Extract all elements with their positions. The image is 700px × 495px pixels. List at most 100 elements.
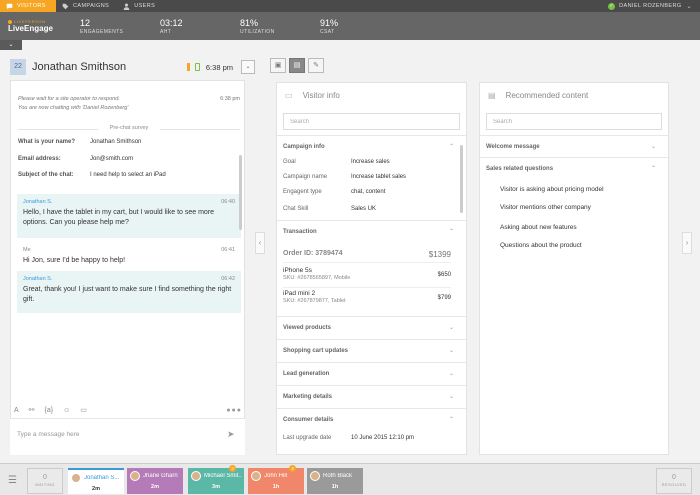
conversation-name: Jonathan S... <box>84 475 120 481</box>
section-title: Transaction <box>283 228 317 235</box>
variables-icon[interactable]: {a} <box>45 407 54 414</box>
more-options-icon[interactable]: ●●● <box>226 407 242 414</box>
item-sku: SKU: #267879877, Tablet <box>283 298 346 304</box>
waiting-counter[interactable]: 0 WAITING <box>27 468 63 494</box>
field-label: Goal <box>283 159 296 165</box>
panel-title: ▭ Visitor info <box>285 91 340 100</box>
item-name: iPhone 5s <box>283 267 312 274</box>
recommended-item[interactable]: Asking about new features <box>500 224 577 231</box>
emoji-icon[interactable]: ☺ <box>63 407 70 414</box>
conversation-tabs-bar: ☰ 0 WAITING Jonathan S... 2m Jhane Gharn… <box>0 463 700 495</box>
chat-transcript[interactable]: Please wait for a site operator to respo… <box>10 80 245 455</box>
notes-toggle[interactable]: ✎ <box>308 58 324 73</box>
section-sales-questions[interactable]: Sales related questions ⌃ <box>480 157 668 179</box>
field-value: chat, content <box>351 189 386 195</box>
field-label: Campaign name <box>283 174 328 180</box>
chevron-down-icon: ⌄ <box>448 394 454 400</box>
resolved-count: 0 <box>672 474 676 481</box>
section-transaction[interactable]: Transaction ⌃ <box>277 220 466 242</box>
campaign-row: Goal Increase sales <box>283 159 453 165</box>
logo-dot-icon <box>8 19 12 24</box>
conversation-name: Jhane Gharn <box>143 473 178 479</box>
stat-utilization: 81% UTILIZATION <box>240 18 320 35</box>
recommended-item[interactable]: Visitor is asking about pricing model <box>500 186 604 193</box>
canned-responses-icon[interactable]: ▭ <box>80 406 87 414</box>
collapse-stats-button[interactable]: ⌄ <box>0 40 22 50</box>
stats-bar: LIVEPERSON LiveEngage 12 ENGAGEMENTS 03:1… <box>0 12 700 40</box>
stat-value: 91% <box>320 17 339 28</box>
chat-message-visitor: Jonathan S. 06:42 Great, thank you! I jus… <box>17 271 241 313</box>
campaign-row: Chat Skill Sales UK <box>283 206 453 212</box>
expand-right-arrow[interactable]: › <box>682 232 692 254</box>
section-title: Welcome message <box>486 143 540 150</box>
transaction-item: iPhone 5s SKU: #2678565897, Mobile $650 <box>283 267 451 281</box>
collapse-left-arrow[interactable]: ‹ <box>255 232 265 254</box>
tab-users[interactable]: USERS <box>117 0 163 12</box>
chevron-down-icon: ⌄ <box>448 348 454 354</box>
section-campaign-info[interactable]: Campaign info ⌃ <box>277 135 466 157</box>
recommended-item[interactable]: Questions about the product <box>500 242 582 249</box>
field-value: 10 June 2015 12:10 pm <box>351 435 415 441</box>
waiting-count: 0 <box>43 474 47 481</box>
conversation-tab[interactable]: John Hill 1h 3 <box>248 465 304 494</box>
section-welcome-message[interactable]: Welcome message ⌄ <box>480 135 668 157</box>
tab-campaigns-label: CAMPAIGNS <box>73 3 110 9</box>
book-icon: ▤ <box>293 62 301 69</box>
user-menu[interactable]: ✓ DANIEL ROZENBERG ⌄ <box>608 2 700 10</box>
panel-scrollbar[interactable] <box>460 145 463 213</box>
chevron-up-icon: ⌃ <box>448 144 454 150</box>
text-format-icon[interactable]: A <box>14 407 19 414</box>
conversation-time: 1h <box>272 484 280 490</box>
chat-scrollbar[interactable] <box>239 155 242 230</box>
visitor-info-search <box>283 113 460 130</box>
brand-name: LiveEngage <box>8 24 53 33</box>
message-text: Hi Jon, sure I'd be happy to help! <box>23 257 126 264</box>
survey-answer: Jonathan Smithson <box>90 139 142 145</box>
stat-aht: 03:12 AHT <box>160 18 240 35</box>
survey-answer: I need help to select an iPad <box>90 172 166 178</box>
send-icon[interactable]: ➤ <box>227 429 235 440</box>
link-icon[interactable]: ⚯ <box>29 406 35 414</box>
message-input[interactable] <box>17 431 217 438</box>
tab-campaigns[interactable]: CAMPAIGNS <box>56 0 117 12</box>
recommended-item[interactable]: Visitor mentions other company <box>500 204 591 211</box>
field-value: Increase sales <box>351 159 390 165</box>
recommended-content-panel: ▤ Recommended content Welcome message ⌄ Sa… <box>479 82 669 455</box>
visitor-info-toggle[interactable]: ▣ <box>270 58 286 73</box>
message-text: Hello, I have the tablet in my cart, but… <box>23 209 215 226</box>
visitor-info-search-input[interactable] <box>284 114 459 129</box>
section-viewed-products[interactable]: Viewed products ⌄ <box>277 316 466 338</box>
avatar <box>191 471 201 481</box>
section-shopping-cart[interactable]: Shopping cart updates ⌄ <box>277 339 466 361</box>
chevron-down-icon: ⌄ <box>448 371 454 377</box>
tab-visitors-label: VISITORS <box>17 3 46 9</box>
campaign-row: Engagent type chat, content <box>283 189 453 195</box>
section-consumer-details[interactable]: Consumer details ⌃ <box>277 408 466 430</box>
panel-title-text: Recommended content <box>505 91 589 100</box>
tab-visitors[interactable]: VISITORS <box>0 0 56 12</box>
recommended-content-toggle[interactable]: ▤ <box>289 58 305 73</box>
survey-row: Email address: Jon@smith.com <box>18 156 240 162</box>
chevron-right-icon: › <box>685 238 689 247</box>
order-id: Order ID: 3789474 <box>283 250 343 257</box>
section-lead-generation[interactable]: Lead generation ⌄ <box>277 362 466 384</box>
conversation-tab[interactable]: Roth Black 1h <box>307 468 363 494</box>
avatar <box>71 473 81 483</box>
resolved-counter[interactable]: 0 RESOLVED <box>656 468 692 494</box>
section-marketing-details[interactable]: Marketing details ⌄ <box>277 385 466 407</box>
pre-chat-survey-title: Pre-chat survey <box>18 125 240 131</box>
chat-options-button[interactable]: ⌄ <box>241 60 255 74</box>
section-title: Campaign info <box>283 143 325 150</box>
conversation-tab[interactable]: Jhane Gharn 2m <box>127 468 183 494</box>
system-messages: Please wait for a site operator to respo… <box>18 95 240 113</box>
recommended-search-input[interactable] <box>487 114 661 129</box>
system-message: You are now chatting with 'Daniel Rozenb… <box>18 105 129 111</box>
conversation-tab[interactable]: Michael Smit... 3m 3 <box>188 465 244 494</box>
conversation-tab[interactable]: Jonathan S... 2m <box>68 468 124 494</box>
survey-question: Email address: <box>18 156 61 162</box>
menu-icon[interactable]: ☰ <box>8 475 17 486</box>
chevron-down-icon: ⌄ <box>8 42 14 48</box>
battery-icon <box>186 63 190 71</box>
stat-label: AHT <box>160 28 172 35</box>
conversation-name: Michael Smit... <box>204 473 242 479</box>
